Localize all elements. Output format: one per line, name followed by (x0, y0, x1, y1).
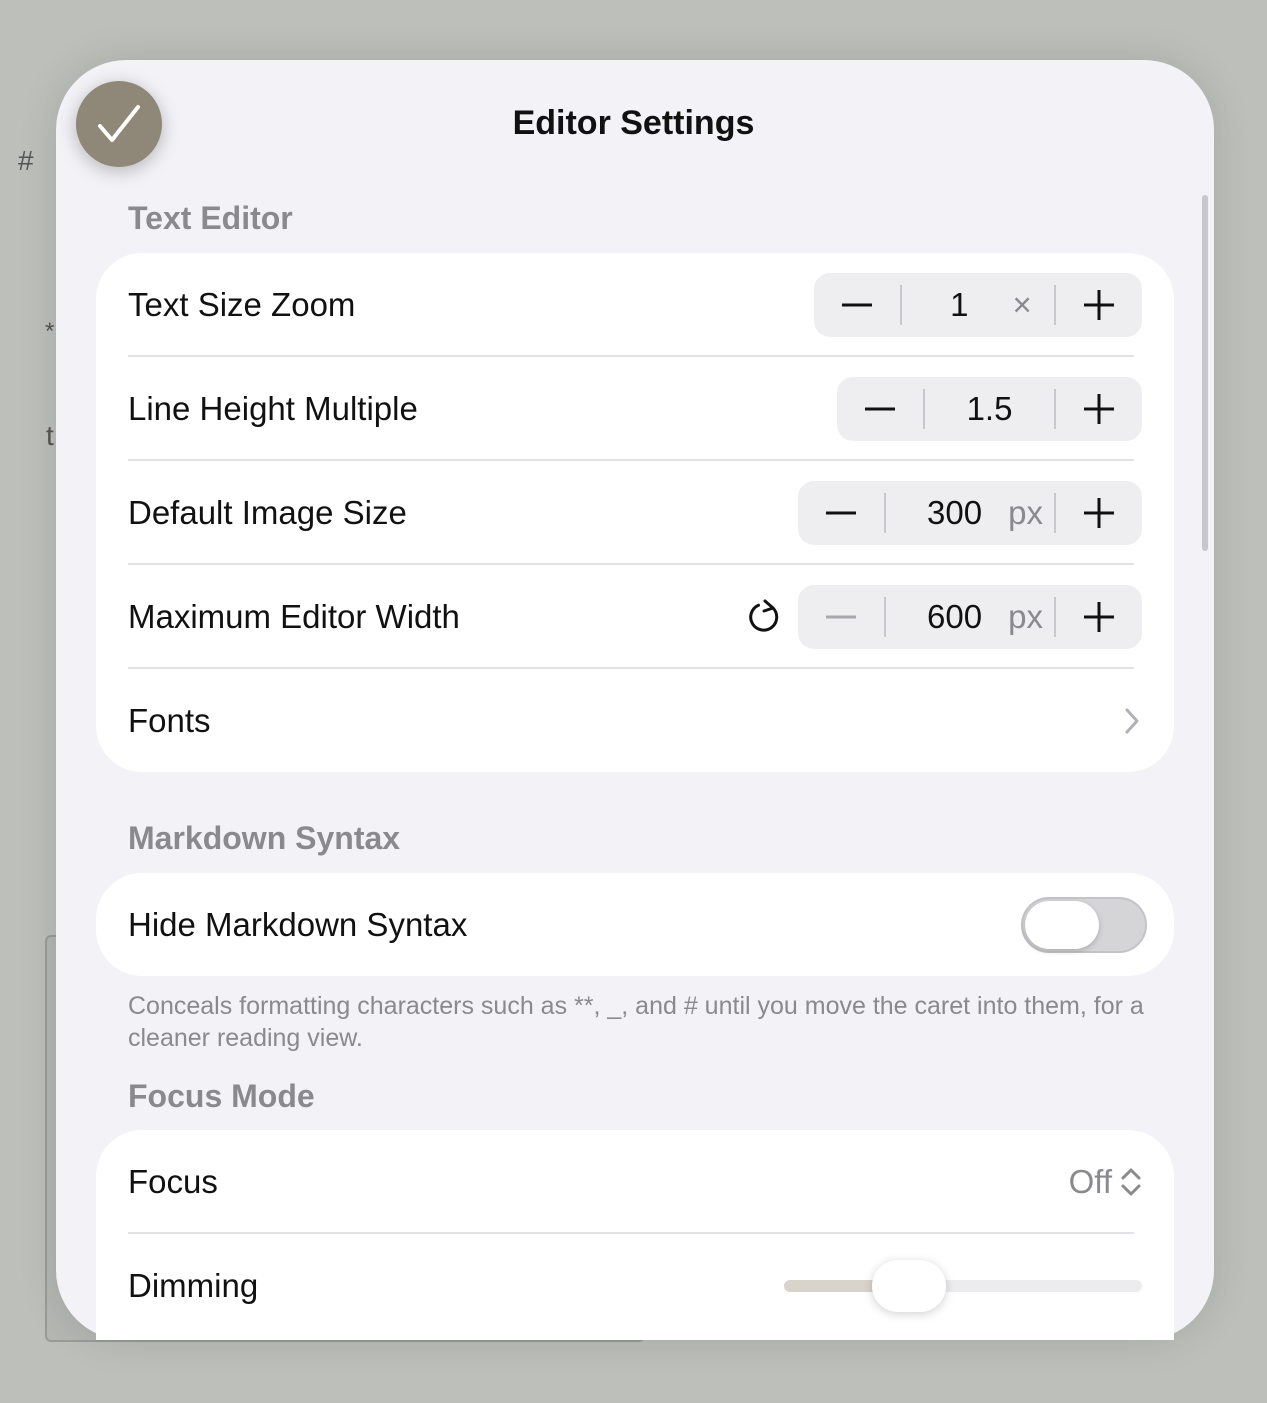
image-size-stepper: 300 px (798, 481, 1142, 545)
line-height-increment-button[interactable] (1056, 377, 1142, 441)
page-title: Editor Settings (512, 104, 755, 142)
checkmark-icon (98, 105, 140, 142)
editor-width-number: 600 (927, 598, 983, 635)
minus-icon (865, 407, 895, 411)
focus-select[interactable]: Off (1069, 1163, 1142, 1201)
line-height-label: Line Height Multiple (128, 390, 418, 427)
text-size-zoom-value[interactable]: 1 × (902, 273, 1054, 337)
markdown-syntax-card: Hide Markdown Syntax (96, 873, 1174, 976)
plus-icon (1084, 290, 1114, 320)
editor-width-increment-button[interactable] (1056, 585, 1142, 649)
fonts-label: Fonts (128, 702, 211, 739)
focus-row[interactable]: Focus Off (96, 1130, 1174, 1234)
editor-width-unit: px (1008, 598, 1043, 635)
section-header-focus-mode: Focus Mode (128, 1078, 315, 1114)
text-size-zoom-row: Text Size Zoom 1 × (96, 253, 1174, 357)
text-size-zoom-decrement-button[interactable] (814, 273, 900, 337)
dimming-slider[interactable] (784, 1260, 1142, 1312)
editor-width-decrement-button[interactable] (798, 585, 884, 649)
minus-icon (826, 511, 856, 515)
hide-syntax-row: Hide Markdown Syntax (96, 873, 1174, 976)
scrollbar[interactable] (1202, 195, 1208, 551)
dimming-label: Dimming (128, 1267, 259, 1304)
image-size-unit: px (1008, 494, 1043, 531)
hide-syntax-toggle[interactable] (1021, 897, 1147, 953)
reset-icon[interactable] (746, 599, 782, 635)
plus-icon (1084, 498, 1114, 528)
done-button[interactable] (76, 81, 162, 167)
hide-syntax-label: Hide Markdown Syntax (128, 905, 468, 943)
bg-asterisk: * (45, 318, 55, 345)
text-size-zoom-unit: × (1012, 286, 1032, 323)
image-size-decrement-button[interactable] (798, 481, 884, 545)
editor-width-value[interactable]: 600 px (886, 585, 1054, 649)
image-size-value[interactable]: 300 px (886, 481, 1054, 545)
plus-icon (1084, 602, 1114, 632)
text-size-zoom-stepper: 1 × (814, 273, 1142, 337)
editor-width-stepper: 600 px (798, 585, 1142, 649)
line-height-row: Line Height Multiple 1.5 (96, 357, 1174, 461)
up-down-chevron-icon (1121, 1168, 1141, 1196)
section-header-text-editor: Text Editor (128, 200, 293, 236)
focus-mode-card: Focus Off Dimming (96, 1130, 1174, 1340)
hide-syntax-footnote: Conceals formatting characters such as *… (128, 992, 1144, 1052)
minus-icon (826, 615, 856, 619)
dimming-slider-knob[interactable] (871, 1260, 946, 1312)
image-size-row: Default Image Size 300 px (96, 461, 1174, 565)
chevron-right-icon (1125, 708, 1139, 734)
image-size-label: Default Image Size (128, 494, 407, 531)
section-header-markdown-syntax: Markdown Syntax (128, 820, 401, 856)
plus-icon (1084, 394, 1114, 424)
minus-icon (842, 303, 872, 307)
image-size-increment-button[interactable] (1056, 481, 1142, 545)
dimming-row: Dimming (96, 1234, 1174, 1338)
text-size-zoom-label: Text Size Zoom (128, 286, 356, 323)
text-editor-card: Text Size Zoom 1 × Line Height Multiple … (96, 253, 1174, 772)
line-height-stepper: 1.5 (837, 377, 1142, 441)
fonts-row[interactable]: Fonts (96, 669, 1174, 772)
line-height-value[interactable]: 1.5 (925, 377, 1054, 441)
editor-width-label: Maximum Editor Width (128, 598, 460, 635)
focus-label: Focus (128, 1163, 218, 1200)
bg-hash: # (18, 145, 34, 176)
text-size-zoom-increment-button[interactable] (1056, 273, 1142, 337)
focus-value: Off (1068, 1163, 1112, 1200)
image-size-number: 300 (927, 494, 983, 531)
line-height-decrement-button[interactable] (837, 377, 923, 441)
editor-width-row: Maximum Editor Width 600 px (96, 565, 1174, 669)
text-size-zoom-number: 1 (950, 286, 969, 323)
bg-letter: t (46, 420, 54, 451)
toggle-knob (1025, 901, 1099, 949)
